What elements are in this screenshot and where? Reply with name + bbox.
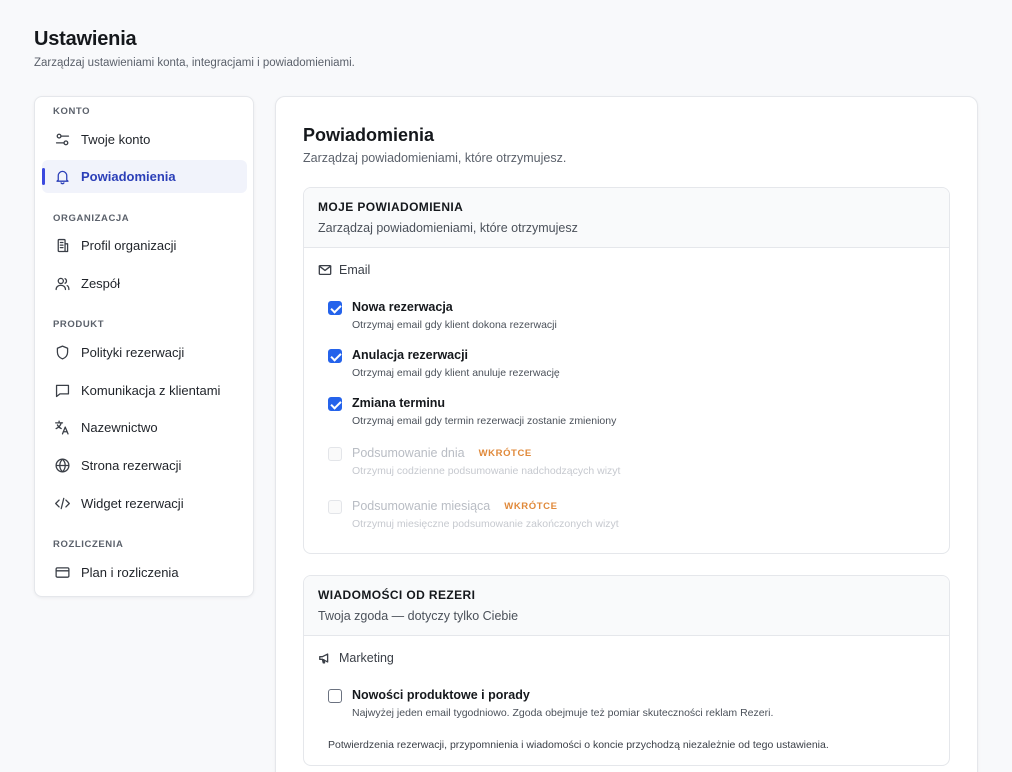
option-label: Anulacja rezerwacji bbox=[352, 348, 469, 362]
sidebar-item-label: Komunikacja z klientami bbox=[81, 383, 221, 398]
option-label: Nowa rezerwacja bbox=[352, 300, 453, 314]
card-subtitle: Twoja zgoda — dotyczy tylko Ciebie bbox=[318, 609, 519, 623]
sidebar-item-label: Twoje konto bbox=[81, 132, 151, 147]
option-description: Otrzymuj codzienne podsumowanie nadchodz… bbox=[352, 465, 621, 477]
nav-heading-produkt: PRODUKT bbox=[53, 319, 105, 330]
checkbox-podsumowanie-dnia bbox=[328, 447, 342, 461]
sidebar-item-label: Nazewnictwo bbox=[81, 420, 158, 435]
sidebar-item-label: Polityki rezerwacji bbox=[81, 345, 185, 360]
page-subtitle: Zarządzaj ustawieniami konta, integracja… bbox=[34, 57, 355, 69]
sidebar-item-label: Plan i rozliczenia bbox=[81, 565, 179, 580]
group-label-text: Marketing bbox=[339, 651, 394, 665]
code-icon bbox=[53, 495, 71, 513]
option-label: Zmiana terminu bbox=[352, 396, 446, 410]
option-description: Otrzymaj email gdy klient dokona rezerwa… bbox=[352, 319, 557, 331]
option-label: Podsumowanie miesiąca WKRÓTCE bbox=[352, 499, 558, 513]
sidebar-item-twoje-konto[interactable]: Twoje konto bbox=[42, 123, 247, 156]
notifications-panel: Powiadomienia Zarządzaj powiadomieniami,… bbox=[275, 96, 978, 772]
sidebar-item-label: Strona rezerwacji bbox=[81, 458, 182, 473]
sidebar-item-label: Zespół bbox=[81, 276, 121, 291]
sidebar-item-nazewnictwo[interactable]: Nazewnictwo bbox=[42, 411, 247, 444]
credit-card-icon bbox=[53, 564, 71, 582]
settings-sidebar: KONTO Twoje konto Powiadomienia ORGANIZA… bbox=[34, 96, 254, 597]
checkbox-anulacja-rezerwacji[interactable] bbox=[328, 349, 342, 363]
mail-icon bbox=[318, 264, 332, 276]
message-icon bbox=[53, 382, 71, 400]
section-subtitle: Zarządzaj powiadomieniami, które otrzymu… bbox=[303, 151, 567, 165]
rezeri-messages-card: WIADOMOŚCI OD REZERI Twoja zgoda — dotyc… bbox=[303, 575, 950, 766]
option-description: Otrzymuj miesięczne podsumowanie zakończ… bbox=[352, 518, 619, 530]
sidebar-item-zespol[interactable]: Zespół bbox=[42, 267, 247, 300]
page-header: Ustawienia Zarządzaj ustawieniami konta,… bbox=[34, 28, 355, 69]
bell-icon bbox=[53, 168, 71, 186]
option-description: Otrzymaj email gdy klient anuluje rezerw… bbox=[352, 367, 560, 379]
globe-icon bbox=[53, 457, 71, 475]
card-header: WIADOMOŚCI OD REZERI Twoja zgoda — dotyc… bbox=[304, 576, 949, 636]
sidebar-item-profil-organizacji[interactable]: Profil organizacji bbox=[42, 229, 247, 262]
nav-heading-rozliczenia: ROZLICZENIA bbox=[53, 539, 124, 550]
checkbox-nowosci-produktowe[interactable] bbox=[328, 689, 342, 703]
checkbox-nowa-rezerwacja[interactable] bbox=[328, 301, 342, 315]
option-description: Najwyżej jeden email tygodniowo. Zgoda o… bbox=[352, 707, 774, 719]
sidebar-item-polityki-rezerwacji[interactable]: Polityki rezerwacji bbox=[42, 336, 247, 369]
translate-icon bbox=[53, 419, 71, 437]
card-title: WIADOMOŚCI OD REZERI bbox=[318, 588, 476, 602]
card-header: MOJE POWIADOMIENIA Zarządzaj powiadomien… bbox=[304, 188, 949, 248]
option-label-text: Podsumowanie miesiąca bbox=[352, 499, 491, 513]
card-note: Potwierdzenia rezerwacji, przypomnienia … bbox=[328, 739, 829, 751]
sidebar-item-plan-i-rozliczenia[interactable]: Plan i rozliczenia bbox=[42, 556, 247, 589]
card-subtitle: Zarządzaj powiadomieniami, które otrzymu… bbox=[318, 221, 578, 235]
my-notifications-card: MOJE POWIADOMIENIA Zarządzaj powiadomien… bbox=[303, 187, 950, 554]
option-description: Otrzymaj email gdy termin rezerwacji zos… bbox=[352, 415, 617, 427]
option-label: Nowości produktowe i porady bbox=[352, 688, 530, 702]
card-title: MOJE POWIADOMIENIA bbox=[318, 200, 464, 214]
coming-soon-badge: WKRÓTCE bbox=[504, 501, 558, 512]
building-icon bbox=[53, 237, 71, 255]
marketing-group-label: Marketing bbox=[318, 651, 394, 665]
sidebar-item-powiadomienia[interactable]: Powiadomienia bbox=[42, 160, 247, 193]
option-label: Podsumowanie dnia WKRÓTCE bbox=[352, 446, 532, 460]
sliders-icon bbox=[53, 131, 71, 149]
sidebar-item-label: Profil organizacji bbox=[81, 238, 177, 253]
coming-soon-badge: WKRÓTCE bbox=[478, 448, 532, 459]
section-title: Powiadomienia bbox=[303, 125, 435, 145]
sidebar-item-komunikacja[interactable]: Komunikacja z klientami bbox=[42, 374, 247, 407]
users-icon bbox=[53, 275, 71, 293]
sidebar-item-widget-rezerwacji[interactable]: Widget rezerwacji bbox=[42, 487, 247, 520]
nav-heading-konto: KONTO bbox=[53, 106, 91, 117]
checkbox-zmiana-terminu[interactable] bbox=[328, 397, 342, 411]
megaphone-icon bbox=[319, 653, 329, 664]
option-label-text: Podsumowanie dnia bbox=[352, 446, 465, 460]
group-label-text: Email bbox=[339, 263, 371, 277]
page-title: Ustawienia bbox=[34, 28, 137, 50]
email-group-label: Email bbox=[318, 263, 370, 277]
sidebar-item-strona-rezerwacji[interactable]: Strona rezerwacji bbox=[42, 449, 247, 482]
sidebar-item-label: Widget rezerwacji bbox=[81, 496, 184, 511]
checkbox-podsumowanie-miesiaca bbox=[328, 500, 342, 514]
shield-icon bbox=[53, 344, 71, 362]
sidebar-item-label: Powiadomienia bbox=[81, 169, 176, 184]
nav-heading-organizacja: ORGANIZACJA bbox=[53, 213, 130, 224]
